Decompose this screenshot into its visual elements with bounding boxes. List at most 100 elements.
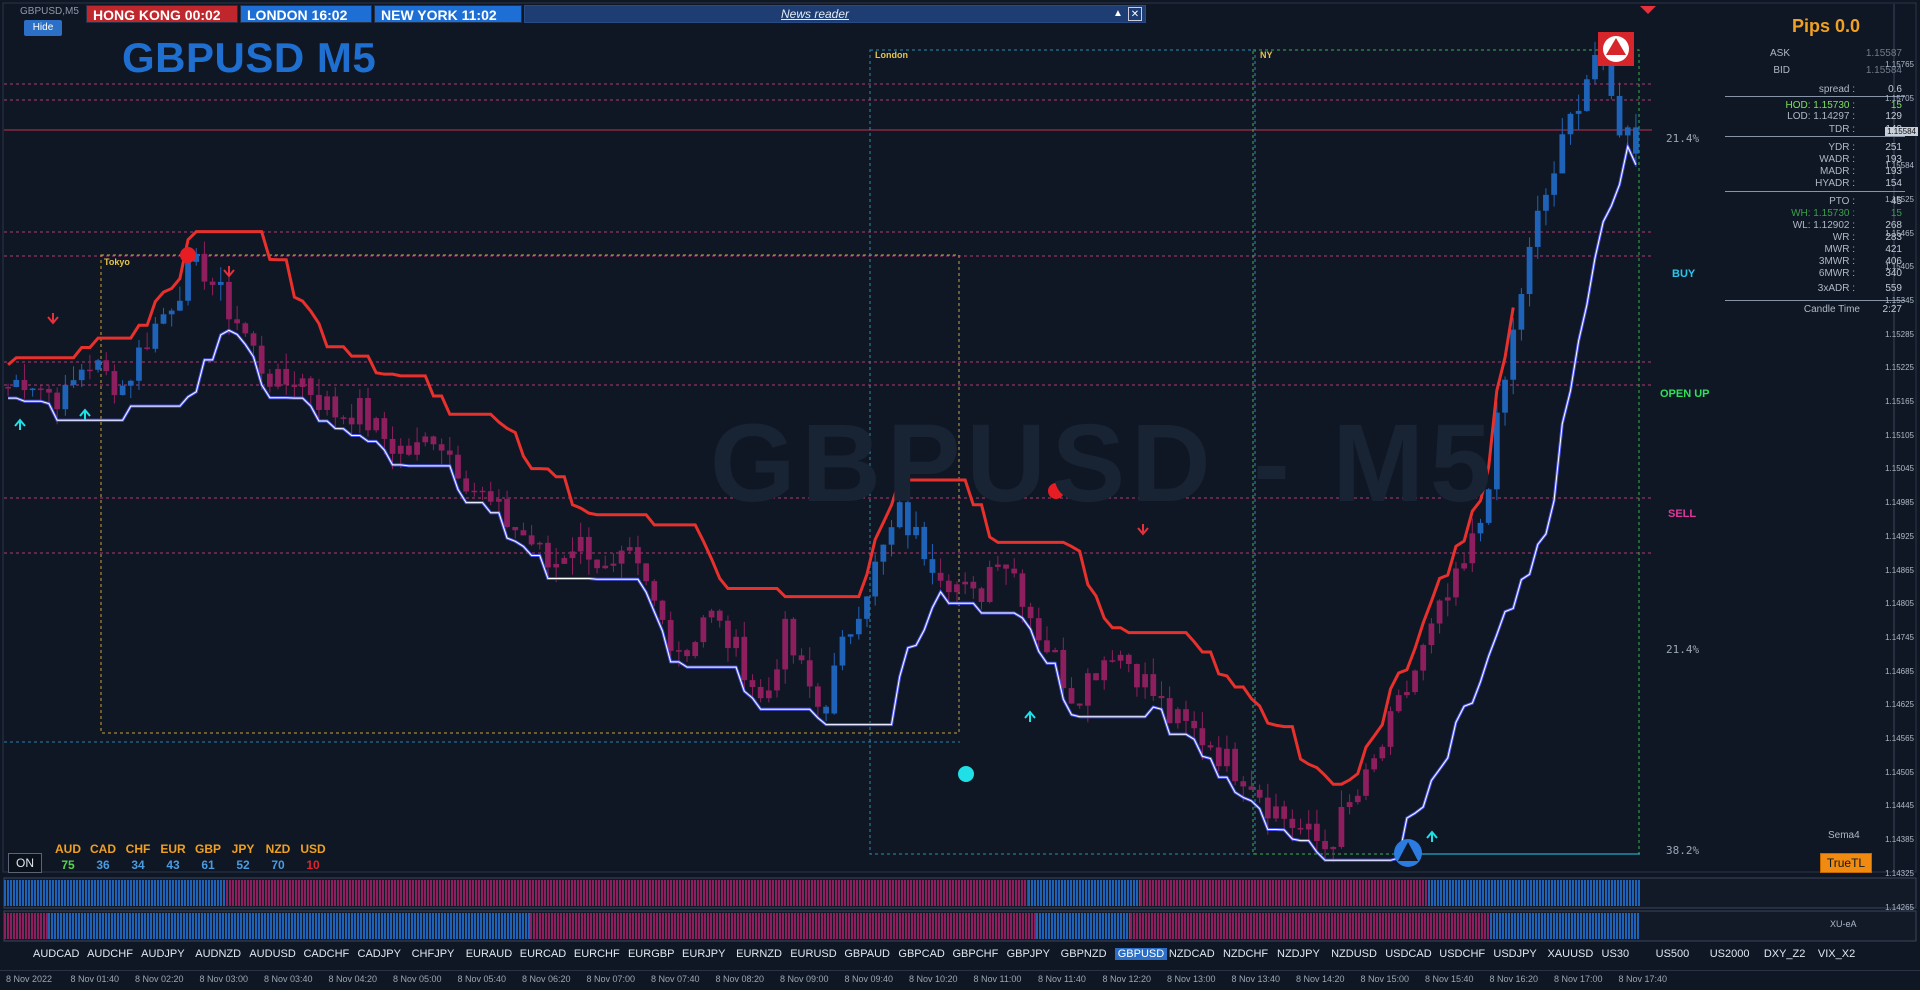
price-tick-label: 1.15045 bbox=[1885, 464, 1914, 474]
pair-tab-eurnzd[interactable]: EURNZD bbox=[736, 948, 782, 960]
trend-strip-top-bar bbox=[1034, 880, 1036, 906]
pair-tab-gbpjpy[interactable]: GBPJPY bbox=[1007, 948, 1050, 960]
time-tick-label: 8 Nov 05:40 bbox=[457, 974, 507, 984]
trend-strip-top-bar bbox=[451, 880, 453, 906]
pair-tab-eurjpy[interactable]: EURJPY bbox=[682, 948, 725, 960]
trend-strip-bottom-bar bbox=[1502, 913, 1504, 939]
trend-strip-bottom-bar bbox=[498, 913, 500, 939]
trend-strip-bottom-bar bbox=[363, 913, 365, 939]
trend-strip-bottom-bar bbox=[917, 913, 919, 939]
pair-tab-audchf[interactable]: AUDCHF bbox=[87, 948, 133, 960]
pair-tab-eurgbp[interactable]: EURGBP bbox=[628, 948, 674, 960]
candle-body bbox=[708, 610, 715, 618]
pair-tab-us30[interactable]: US30 bbox=[1602, 948, 1630, 960]
trend-strip-top-bar bbox=[1275, 880, 1277, 906]
trend-strip-top-bar bbox=[805, 880, 807, 906]
trend-strip-top-bar bbox=[1106, 880, 1108, 906]
currency-cad: CAD 36 bbox=[87, 842, 119, 872]
minimize-icon[interactable]: ▲ bbox=[1111, 7, 1125, 21]
pair-tab-nzdusd[interactable]: NZDUSD bbox=[1331, 948, 1377, 960]
pair-tab-gbpchf[interactable]: GBPCHF bbox=[952, 948, 998, 960]
pair-tab-us2000[interactable]: US2000 bbox=[1710, 948, 1750, 960]
trend-strip-top-bar bbox=[928, 880, 930, 906]
pair-tab-audnzd[interactable]: AUDNZD bbox=[195, 948, 241, 960]
pair-tab-usdcad[interactable]: USDCAD bbox=[1385, 948, 1431, 960]
trend-strip-top-bar bbox=[460, 880, 462, 906]
trend-strip-bottom-bar bbox=[246, 913, 248, 939]
pair-tab-gbpusd[interactable]: GBPUSD bbox=[1114, 948, 1168, 960]
pair-tab-chfjpy[interactable]: CHFJPY bbox=[412, 948, 455, 960]
trend-strip-bottom-bar bbox=[890, 913, 892, 939]
pair-tab-nzdchf[interactable]: NZDCHF bbox=[1223, 948, 1268, 960]
candle-body bbox=[242, 323, 249, 334]
candle-body bbox=[1281, 806, 1288, 819]
time-tick-label: 8 Nov 14:20 bbox=[1296, 974, 1345, 984]
trend-strip-top-bar bbox=[52, 880, 54, 906]
trend-strip-top-bar bbox=[853, 880, 855, 906]
info-row: WR :283 bbox=[1725, 232, 1910, 244]
trend-strip-bottom-bar bbox=[1328, 913, 1330, 939]
on-toggle-button[interactable]: ON bbox=[8, 853, 42, 873]
pair-tab-usdchf[interactable]: USDCHF bbox=[1439, 948, 1485, 960]
pair-tab-euraud[interactable]: EURAUD bbox=[466, 948, 512, 960]
trend-strip-top-bar bbox=[1021, 880, 1023, 906]
pair-tab-nzdjpy[interactable]: NZDJPY bbox=[1277, 948, 1320, 960]
trend-strip-top-bar bbox=[1097, 880, 1099, 906]
trend-strip-bottom-bar bbox=[1087, 913, 1089, 939]
trend-strip-bottom-bar bbox=[866, 913, 868, 939]
news-reader-title[interactable]: News reader bbox=[525, 6, 1105, 22]
pair-tab-gbpaud[interactable]: GBPAUD bbox=[844, 948, 890, 960]
trend-strip-bottom-bar bbox=[429, 913, 431, 939]
trend-strip-bottom-bar bbox=[1072, 913, 1074, 939]
trend-strip-top-bar bbox=[130, 880, 132, 906]
pair-tab-xauusd[interactable]: XAUUSD bbox=[1547, 948, 1593, 960]
trend-strip-bottom-bar bbox=[860, 913, 862, 939]
pair-tab-audjpy[interactable]: AUDJPY bbox=[141, 948, 184, 960]
info-key: MADR : bbox=[1820, 166, 1855, 177]
trend-strip-bottom-bar bbox=[1397, 913, 1399, 939]
trend-strip-bottom-bar bbox=[869, 913, 871, 939]
pair-tab-eurusd[interactable]: EURUSD bbox=[790, 948, 836, 960]
trend-strip-top-bar bbox=[658, 880, 660, 906]
trend-strip-top-bar bbox=[991, 880, 993, 906]
trend-strip-bottom-bar bbox=[1541, 913, 1543, 939]
news-reader-bar[interactable]: News reader ▲ ✕ bbox=[524, 5, 1146, 23]
time-tick-label: 8 Nov 11:00 bbox=[973, 974, 1022, 984]
trend-strip-top-bar bbox=[598, 880, 600, 906]
pair-tab-cadchf[interactable]: CADCHF bbox=[303, 948, 349, 960]
pair-tab-us500[interactable]: US500 bbox=[1656, 948, 1690, 960]
trend-strip-bottom-bar bbox=[1421, 913, 1423, 939]
pair-tab-eurchf[interactable]: EURCHF bbox=[574, 948, 620, 960]
pair-tab-gbpcad[interactable]: GBPCAD bbox=[898, 948, 944, 960]
pair-tab-audcad[interactable]: AUDCAD bbox=[33, 948, 79, 960]
time-tick-label: 8 Nov 05:00 bbox=[393, 974, 442, 984]
hide-button[interactable]: Hide bbox=[24, 20, 62, 36]
trend-strip-bottom-bar bbox=[839, 913, 841, 939]
pair-tab-gbpnzd[interactable]: GBPNZD bbox=[1061, 948, 1107, 960]
trend-strip-top-bar bbox=[1242, 880, 1244, 906]
trend-strip-bottom-bar bbox=[330, 913, 332, 939]
pair-tab-eurcad[interactable]: EURCAD bbox=[520, 948, 566, 960]
trend-strip-bottom-bar bbox=[1625, 913, 1627, 939]
candle-body bbox=[1575, 110, 1582, 114]
trend-strip-bottom-bar bbox=[698, 913, 700, 939]
pair-tab-audusd[interactable]: AUDUSD bbox=[249, 948, 295, 960]
trend-strip-top-bar bbox=[151, 880, 153, 906]
info-key: ASK bbox=[1769, 48, 1790, 59]
trend-strip-top-bar bbox=[40, 880, 42, 906]
close-icon[interactable]: ✕ bbox=[1128, 7, 1142, 21]
pair-tab-usdjpy[interactable]: USDJPY bbox=[1493, 948, 1536, 960]
pair-tab-cadjpy[interactable]: CADJPY bbox=[358, 948, 401, 960]
trend-strip-bottom-bar bbox=[827, 913, 829, 939]
truetl-button[interactable]: TrueTL bbox=[1820, 853, 1872, 873]
info-key: LOD: 1.14297 : bbox=[1787, 111, 1855, 122]
pair-tab-nzdcad[interactable]: NZDCAD bbox=[1169, 948, 1215, 960]
trend-strip-top-bar bbox=[1536, 880, 1538, 906]
trend-strip-top-bar bbox=[556, 880, 558, 906]
trend-strip-bottom-bar bbox=[1208, 913, 1210, 939]
pair-tab-vix_x2[interactable]: VIX_X2 bbox=[1818, 948, 1855, 960]
candle-body bbox=[1134, 663, 1140, 688]
trend-strip-top-bar bbox=[436, 880, 438, 906]
trend-strip-top-bar bbox=[1239, 880, 1241, 906]
pair-tab-dxy_z2[interactable]: DXY_Z2 bbox=[1764, 948, 1806, 960]
